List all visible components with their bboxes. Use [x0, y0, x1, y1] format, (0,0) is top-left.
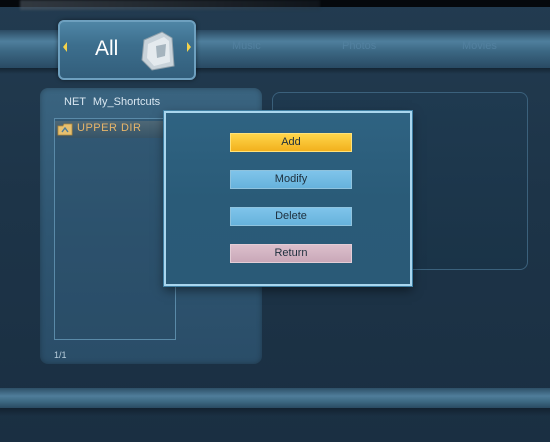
tab-music[interactable]: Music: [232, 40, 261, 52]
folder-icon: [141, 31, 175, 71]
list-item-label: UPPER DIR: [77, 122, 142, 134]
source-label: NET: [64, 96, 86, 108]
tab-left-arrow-icon[interactable]: [63, 42, 67, 52]
shortcut-options-dialog: Add Modify Delete Return: [164, 111, 412, 286]
modify-button[interactable]: Modify: [230, 170, 352, 189]
media-browser-screen: All Music Photos Movies NET My_Shortcuts…: [0, 0, 550, 442]
tab-all[interactable]: All: [58, 20, 196, 80]
tab-all-label: All: [95, 37, 119, 60]
bottom-bar: [0, 388, 550, 408]
add-button[interactable]: Add: [230, 133, 352, 152]
tab-photos[interactable]: Photos: [342, 40, 376, 52]
folder-label: My_Shortcuts: [92, 96, 161, 108]
return-button[interactable]: Return: [230, 244, 352, 263]
page-indicator: 1/1: [54, 350, 67, 360]
folder-up-icon: [57, 123, 73, 136]
file-list: UPPER DIR: [54, 118, 176, 340]
panel-header: NET My_Shortcuts: [64, 96, 160, 108]
bottom-bar-shadow: [0, 408, 550, 416]
list-item[interactable]: UPPER DIR: [55, 121, 173, 138]
top-blur-strip: [20, 0, 320, 10]
tab-right-arrow-icon[interactable]: [187, 42, 191, 52]
delete-button[interactable]: Delete: [230, 207, 352, 226]
tab-movies[interactable]: Movies: [462, 40, 497, 52]
